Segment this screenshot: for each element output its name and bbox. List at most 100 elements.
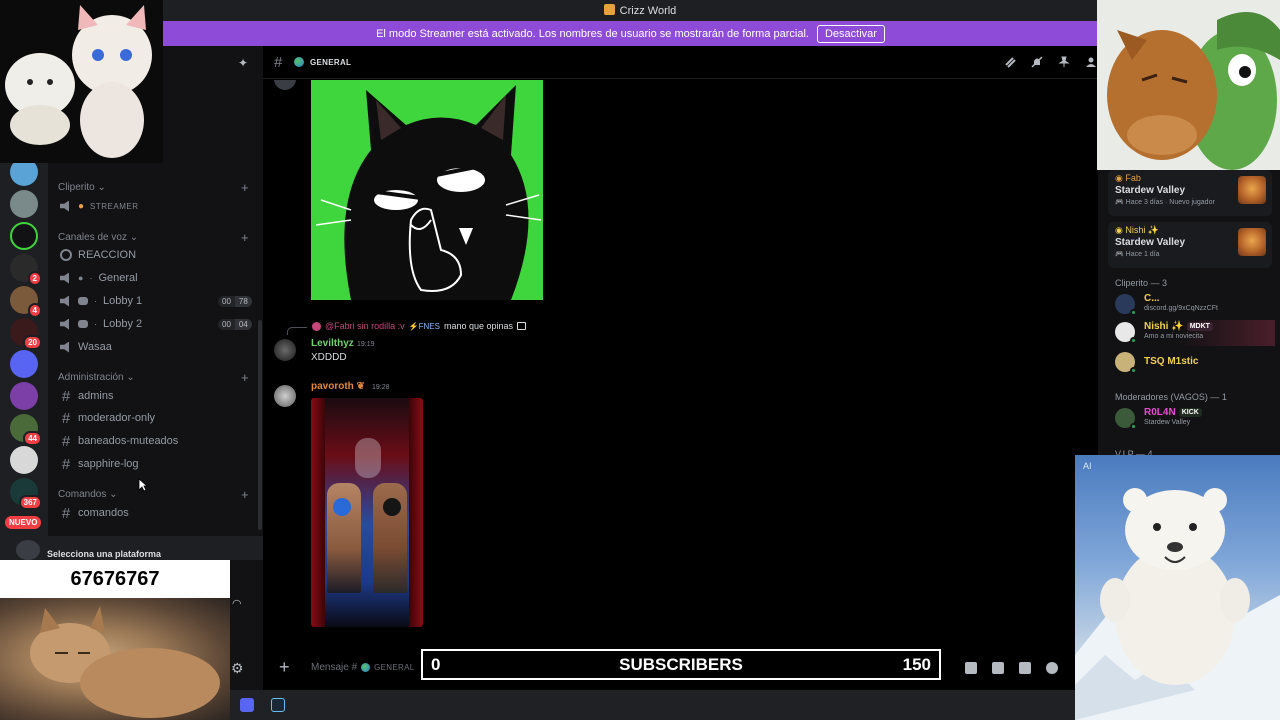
member-item[interactable]: TSQ M1stic — [1115, 350, 1275, 376]
emoji-icon[interactable] — [1046, 662, 1058, 674]
server-icon[interactable]: 4 — [10, 286, 42, 318]
poster-curtain — [311, 398, 325, 627]
guild-tag: KICK — [1178, 408, 1202, 417]
message-content: XDDDD — [311, 352, 347, 363]
voice-channel-wasaa[interactable]: Wasaa — [60, 337, 112, 357]
channel-cliperito-streamer[interactable]: ● STREAMER — [60, 196, 139, 216]
count-limit: 04 — [234, 318, 252, 330]
avatar[interactable] — [274, 385, 296, 407]
sticker-icon[interactable] — [1019, 662, 1031, 674]
member-list-icon[interactable] — [1085, 56, 1097, 68]
count-current: 00 — [218, 295, 235, 307]
headphones-icon[interactable]: ◠ — [232, 597, 242, 610]
category-label: Canales de voz — [58, 232, 127, 243]
disable-streamer-button[interactable]: Desactivar — [816, 24, 885, 43]
cat-sticker-image[interactable] — [311, 80, 543, 300]
member-item[interactable]: C... discord.gg/9xCqNzzCFt — [1115, 292, 1275, 318]
voice-channel-lobby-1[interactable]: · Lobby 1 00 78 — [60, 291, 255, 311]
add-channel-icon[interactable]: + — [241, 370, 249, 385]
attach-plus-icon[interactable]: + — [279, 657, 290, 678]
server-icon[interactable]: 2 — [10, 254, 42, 286]
steam-taskbar-icon[interactable] — [271, 698, 285, 712]
select-platform-text[interactable]: Selecciona una plataforma — [47, 549, 161, 559]
avatar[interactable] — [274, 339, 296, 361]
add-channel-icon[interactable]: + — [241, 487, 249, 502]
channel-label: REACCION — [78, 249, 137, 261]
voice-channel-reaccion[interactable]: REACCION — [60, 245, 136, 265]
poster-figure — [355, 438, 381, 478]
activity-user: ◉ Nishi ✨ — [1115, 225, 1160, 235]
server-icon[interactable]: 367 — [10, 478, 42, 510]
user-count: 00 04 — [218, 318, 252, 330]
add-channel-icon[interactable]: + — [241, 230, 249, 245]
member-name: TSQ M1stic — [1144, 356, 1199, 367]
kitten-overlay: 67676767 — [0, 560, 230, 720]
speaker-icon — [60, 295, 69, 307]
channel-label: Lobby 1 — [103, 295, 143, 307]
gif-icon[interactable] — [992, 662, 1004, 674]
member-name: R0L4N KICK — [1144, 407, 1202, 418]
activity-card[interactable]: ◉ Nishi ✨ Stardew Valley 🎮 Hace 1 día — [1108, 222, 1272, 268]
channel-label: Wasaa — [78, 341, 112, 353]
separator: · — [89, 273, 93, 283]
composer-placeholder: Mensaje # — [311, 662, 358, 673]
server-icon[interactable] — [10, 350, 38, 378]
activity-time: Hace 3 días — [1125, 199, 1164, 206]
server-icon[interactable]: 20 — [10, 318, 42, 350]
channel-admins[interactable]: # admins — [60, 386, 114, 406]
pin-icon[interactable] — [1058, 56, 1070, 68]
message-author[interactable]: pavoroth ❦ — [311, 381, 365, 392]
category-comandos[interactable]: Comandos ⌄ + — [58, 487, 249, 502]
category-label: Comandos — [58, 489, 107, 500]
sidebar-scrollbar[interactable] — [258, 320, 262, 530]
channel-comandos[interactable]: # comandos — [60, 503, 129, 523]
voice-channel-general[interactable]: ● · General — [60, 268, 138, 288]
polar-bear-illustration — [1075, 488, 1280, 720]
hash-icon: # — [61, 387, 71, 405]
channel-sapphire-log[interactable]: # sapphire-log — [60, 454, 139, 474]
reply-avatar-icon — [312, 321, 321, 331]
avatar — [1115, 294, 1137, 316]
avatar — [274, 80, 296, 90]
channel-label: comandos — [78, 507, 129, 519]
message-author[interactable]: Levilthyz — [311, 338, 354, 349]
streamer-banner-text: El modo Streamer está activado. Los nomb… — [376, 27, 809, 40]
settings-gear-icon[interactable]: ⚙ — [231, 660, 244, 677]
member-group-header: Moderadores (VAGOS) — 1 — [1115, 392, 1227, 402]
composer-channel: GENERAL — [374, 663, 415, 672]
chat-bubble-icon: ● — [78, 273, 84, 283]
add-user-icon[interactable]: ✦ — [238, 56, 252, 70]
threads-icon[interactable] — [1004, 56, 1016, 68]
channel-baneados-muteados[interactable]: # baneados-muteados — [60, 431, 178, 451]
voice-channel-lobby-2[interactable]: · Lobby 2 00 04 — [60, 314, 255, 334]
category-voice[interactable]: Canales de voz ⌄ + — [58, 230, 249, 245]
member-name-text: Nishi ✨ — [1144, 321, 1184, 332]
channel-label: moderador-only — [78, 412, 156, 424]
boxing-poster-image[interactable] — [311, 398, 423, 627]
activity-card[interactable]: ◉ Fab Stardew Valley 🎮 Hace 3 días · Nue… — [1108, 170, 1272, 216]
server-icon[interactable] — [10, 382, 38, 410]
member-item[interactable]: Nishi ✨ MDKT Amo a mi noviecita — [1115, 320, 1275, 346]
server-icon[interactable] — [10, 446, 38, 474]
unread-badge: 2 — [27, 271, 42, 286]
discord-taskbar-icon[interactable] — [240, 698, 254, 712]
category-admin[interactable]: Administración ⌄ + — [58, 370, 249, 385]
add-channel-icon[interactable]: + — [241, 180, 249, 195]
channel-title: GENERAL — [310, 58, 352, 67]
chat-header: # GENERAL — [263, 46, 1098, 79]
server-icon[interactable] — [10, 222, 38, 250]
gift-icon[interactable] — [965, 662, 977, 674]
dogs-overlay-image — [0, 0, 163, 163]
user-count: 00 78 — [218, 295, 252, 307]
channel-moderador-only[interactable]: # moderador-only — [60, 408, 155, 428]
server-icon[interactable] — [10, 190, 38, 218]
member-item[interactable]: R0L4N KICK Stardew Valley — [1115, 406, 1275, 432]
reply-connector — [287, 327, 307, 335]
unread-badge: 44 — [23, 431, 42, 446]
mute-bell-icon[interactable] — [1031, 56, 1043, 68]
category-cliperito[interactable]: Cliperito ⌄ + — [58, 180, 249, 195]
reply-reference[interactable]: @Fabri sin rodilla :v ⚡FNES mano que opi… — [312, 321, 527, 331]
server-icon[interactable]: 44 — [10, 414, 42, 446]
activity-user: ◉ Fab — [1115, 173, 1141, 183]
message-input[interactable]: Mensaje # GENERAL — [311, 662, 414, 673]
